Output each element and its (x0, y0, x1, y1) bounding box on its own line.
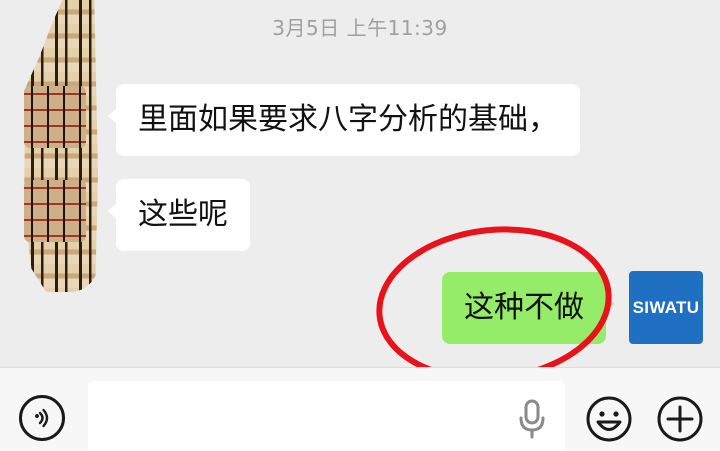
voice-mode-icon[interactable] (19, 395, 65, 441)
message-input[interactable] (88, 381, 565, 451)
emoji-icon[interactable] (585, 395, 633, 443)
message-text: 里面如果要求八字分析的基础， (138, 102, 558, 137)
plus-icon[interactable] (656, 395, 704, 443)
input-bar (0, 367, 720, 451)
message-text: 这种不做 (464, 290, 584, 325)
sender-avatar[interactable] (24, 86, 86, 148)
microphone-icon[interactable] (518, 399, 546, 439)
received-message-bubble[interactable]: 里面如果要求八字分析的基础， (108, 84, 580, 156)
sender-avatar[interactable] (24, 180, 86, 242)
message-timestamp: 3月5日 上午11:39 (272, 16, 448, 40)
sent-message-bubble[interactable]: 这种不做 (442, 272, 614, 344)
message-text: 这些呢 (138, 197, 228, 232)
received-message-bubble[interactable]: 这些呢 (108, 179, 250, 251)
chat-area: 3月5日 上午11:39 里面如果要求八字分析的基础， 这些呢 这种不做 SIW… (0, 0, 720, 367)
self-avatar-logo-text: SIWATU (632, 297, 700, 317)
self-avatar[interactable]: SIWATU (629, 271, 703, 344)
